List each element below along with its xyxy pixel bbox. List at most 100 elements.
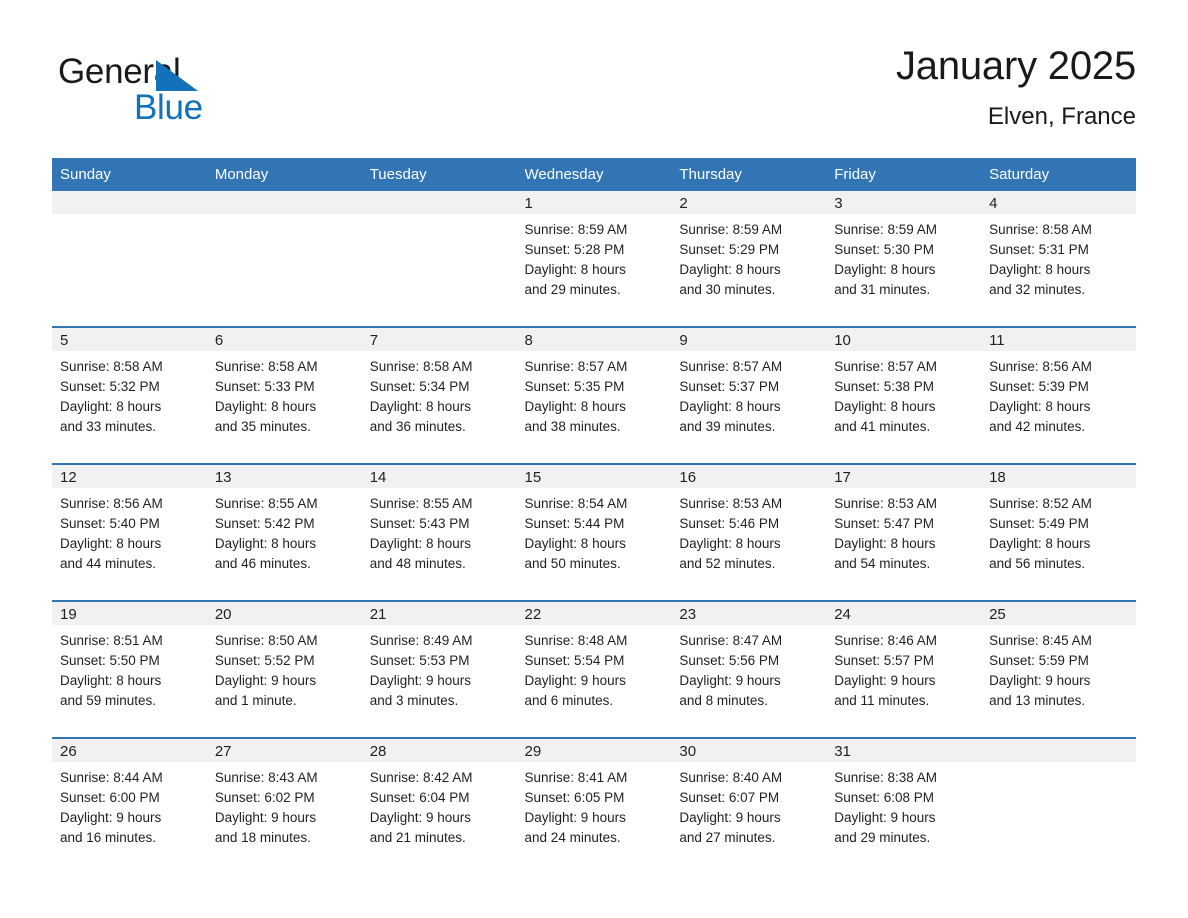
weekday-header-thursday: Thursday	[671, 158, 827, 191]
day-cell[interactable]: 9 Sunrise: 8:57 AM Sunset: 5:37 PM Dayli…	[671, 326, 827, 464]
weekday-header-wednesday: Wednesday	[516, 158, 672, 191]
sunset-text: Sunset: 5:56 PM	[679, 653, 780, 668]
sunset-text: Sunset: 6:05 PM	[524, 790, 625, 805]
sunrise-text: Sunrise: 8:48 AM	[524, 633, 628, 648]
day-cell[interactable]: 4 Sunrise: 8:58 AM Sunset: 5:31 PM Dayli…	[981, 191, 1136, 327]
daylight-text-line2: and 52 minutes.	[679, 556, 776, 571]
sunset-text: Sunset: 6:07 PM	[679, 790, 780, 805]
daylight-text-line1: Daylight: 8 hours	[369, 536, 471, 551]
sunrise-text: Sunrise: 8:42 AM	[369, 770, 473, 785]
sunrise-text: Sunrise: 8:52 AM	[989, 496, 1092, 511]
daylight-text-line2: and 44 minutes.	[60, 556, 157, 571]
day-cell[interactable]: 15 Sunrise: 8:54 AM Sunset: 5:44 PM Dayl…	[516, 463, 672, 601]
day-number: 31	[834, 743, 851, 760]
daylight-text-line1: Daylight: 8 hours	[679, 399, 781, 414]
sunset-text: Sunset: 6:02 PM	[214, 790, 315, 805]
day-number: 22	[524, 606, 542, 623]
day-cell[interactable]: 16 Sunrise: 8:53 AM Sunset: 5:46 PM Dayl…	[671, 463, 827, 601]
day-number: 29	[524, 743, 542, 760]
day-cell[interactable]: 10 Sunrise: 8:57 AM Sunset: 5:38 PM Dayl…	[826, 326, 982, 464]
daylight-text-line1: Daylight: 9 hours	[834, 810, 936, 825]
sunset-text: Sunset: 5:30 PM	[834, 242, 935, 257]
day-cell[interactable]: 17 Sunrise: 8:53 AM Sunset: 5:47 PM Dayl…	[826, 463, 982, 601]
day-cell[interactable]: 2 Sunrise: 8:59 AM Sunset: 5:29 PM Dayli…	[671, 191, 827, 327]
day-cell[interactable]	[52, 191, 207, 327]
daylight-text-line2: and 56 minutes.	[989, 556, 1086, 571]
day-number: 10	[834, 332, 851, 349]
weekday-header-tuesday: Tuesday	[361, 158, 517, 191]
logo-triangle-icon	[156, 60, 198, 91]
sunset-text: Sunset: 5:44 PM	[524, 516, 625, 531]
sunrise-text: Sunrise: 8:53 AM	[679, 496, 783, 511]
day-cell[interactable]: 3 Sunrise: 8:59 AM Sunset: 5:30 PM Dayli…	[826, 191, 982, 327]
sunset-text: Sunset: 5:39 PM	[989, 379, 1089, 394]
sunrise-text: Sunrise: 8:58 AM	[214, 359, 318, 374]
daylight-text-line2: and 29 minutes.	[524, 282, 621, 297]
day-cell[interactable]: 11 Sunrise: 8:56 AM Sunset: 5:39 PM Dayl…	[981, 326, 1136, 464]
sunset-text: Sunset: 5:40 PM	[60, 516, 160, 531]
logo-text-blue: Blue	[134, 88, 203, 127]
day-cell[interactable]: 1 Sunrise: 8:59 AM Sunset: 5:28 PM Dayli…	[516, 191, 672, 327]
sunrise-text: Sunrise: 8:38 AM	[834, 770, 938, 785]
daylight-text-line2: and 54 minutes.	[834, 556, 931, 571]
weekday-header-sunday: Sunday	[52, 158, 207, 191]
day-number: 18	[989, 469, 1006, 486]
day-cell[interactable]: 13 Sunrise: 8:55 AM Sunset: 5:42 PM Dayl…	[206, 463, 362, 601]
day-cell[interactable]: 22 Sunrise: 8:48 AM Sunset: 5:54 PM Dayl…	[516, 600, 672, 738]
day-cell[interactable]: 14 Sunrise: 8:55 AM Sunset: 5:43 PM Dayl…	[361, 463, 517, 601]
daylight-text-line1: Daylight: 8 hours	[524, 262, 626, 277]
day-cell[interactable]: 18 Sunrise: 8:52 AM Sunset: 5:49 PM Dayl…	[981, 463, 1136, 601]
daylight-text-line2: and 27 minutes.	[679, 830, 776, 845]
daylight-text-line1: Daylight: 8 hours	[989, 262, 1091, 277]
sunset-text: Sunset: 5:33 PM	[214, 379, 315, 394]
day-cell[interactable]: 21 Sunrise: 8:49 AM Sunset: 5:53 PM Dayl…	[361, 600, 517, 738]
daylight-text-line2: and 6 minutes.	[524, 693, 614, 708]
day-number: 5	[60, 332, 69, 349]
sunrise-text: Sunrise: 8:57 AM	[834, 359, 938, 374]
daylight-text-line1: Daylight: 8 hours	[989, 536, 1091, 551]
daylight-text-line2: and 30 minutes.	[679, 282, 776, 297]
day-cell[interactable]: 24 Sunrise: 8:46 AM Sunset: 5:57 PM Dayl…	[826, 600, 982, 738]
general-blue-logo[interactable]: General Blue	[58, 52, 298, 136]
day-cell[interactable]: 30 Sunrise: 8:40 AM Sunset: 6:07 PM Dayl…	[671, 737, 827, 874]
day-number: 11	[989, 332, 1005, 349]
daylight-text-line2: and 11 minutes.	[834, 693, 930, 708]
day-cell[interactable]: 28 Sunrise: 8:42 AM Sunset: 6:04 PM Dayl…	[361, 737, 517, 874]
day-cell[interactable]	[981, 737, 1136, 874]
day-cell[interactable]: 26 Sunrise: 8:44 AM Sunset: 6:00 PM Dayl…	[52, 737, 207, 874]
day-cell[interactable]	[206, 191, 362, 327]
daylight-text-line1: Daylight: 9 hours	[834, 673, 936, 688]
day-cell[interactable]: 29 Sunrise: 8:41 AM Sunset: 6:05 PM Dayl…	[516, 737, 672, 874]
sunrise-text: Sunrise: 8:56 AM	[989, 359, 1092, 374]
day-cell[interactable]: 8 Sunrise: 8:57 AM Sunset: 5:35 PM Dayli…	[516, 326, 672, 464]
daylight-text-line2: and 38 minutes.	[524, 419, 621, 434]
day-cell[interactable]: 27 Sunrise: 8:43 AM Sunset: 6:02 PM Dayl…	[206, 737, 362, 874]
sunrise-text: Sunrise: 8:59 AM	[679, 222, 783, 237]
day-cell[interactable]	[361, 191, 517, 327]
day-cell[interactable]: 23 Sunrise: 8:47 AM Sunset: 5:56 PM Dayl…	[671, 600, 827, 738]
daylight-text-line1: Daylight: 8 hours	[524, 536, 626, 551]
daylight-text-line1: Daylight: 9 hours	[369, 810, 471, 825]
sunset-text: Sunset: 5:54 PM	[524, 653, 625, 668]
daylight-text-line2: and 50 minutes.	[524, 556, 621, 571]
day-cell[interactable]: 5 Sunrise: 8:58 AM Sunset: 5:32 PM Dayli…	[52, 326, 207, 464]
day-cell[interactable]: 25 Sunrise: 8:45 AM Sunset: 5:59 PM Dayl…	[981, 600, 1136, 738]
day-cell[interactable]: 19 Sunrise: 8:51 AM Sunset: 5:50 PM Dayl…	[52, 600, 207, 738]
daylight-text-line1: Daylight: 8 hours	[679, 262, 781, 277]
day-cell[interactable]: 12 Sunrise: 8:56 AM Sunset: 5:40 PM Dayl…	[52, 463, 207, 601]
day-cell[interactable]: 31 Sunrise: 8:38 AM Sunset: 6:08 PM Dayl…	[826, 737, 982, 874]
page-title: January 2025	[895, 44, 1136, 88]
day-cell[interactable]: 20 Sunrise: 8:50 AM Sunset: 5:52 PM Dayl…	[206, 600, 362, 738]
day-cell[interactable]: 7 Sunrise: 8:58 AM Sunset: 5:34 PM Dayli…	[361, 326, 517, 464]
daylight-text-line2: and 1 minute.	[214, 693, 297, 708]
sunrise-text: Sunrise: 8:49 AM	[369, 633, 473, 648]
day-cell[interactable]: 6 Sunrise: 8:58 AM Sunset: 5:33 PM Dayli…	[206, 326, 362, 464]
daylight-text-line1: Daylight: 8 hours	[834, 262, 936, 277]
day-number: 13	[214, 469, 232, 486]
title-block: January 2025 Elven, France	[896, 40, 1136, 134]
daylight-text-line2: and 3 minutes.	[369, 693, 459, 708]
sunset-text: Sunset: 5:49 PM	[989, 516, 1089, 531]
sunset-text: Sunset: 5:29 PM	[679, 242, 780, 257]
day-number: 17	[834, 469, 851, 486]
sunset-text: Sunset: 5:43 PM	[369, 516, 470, 531]
